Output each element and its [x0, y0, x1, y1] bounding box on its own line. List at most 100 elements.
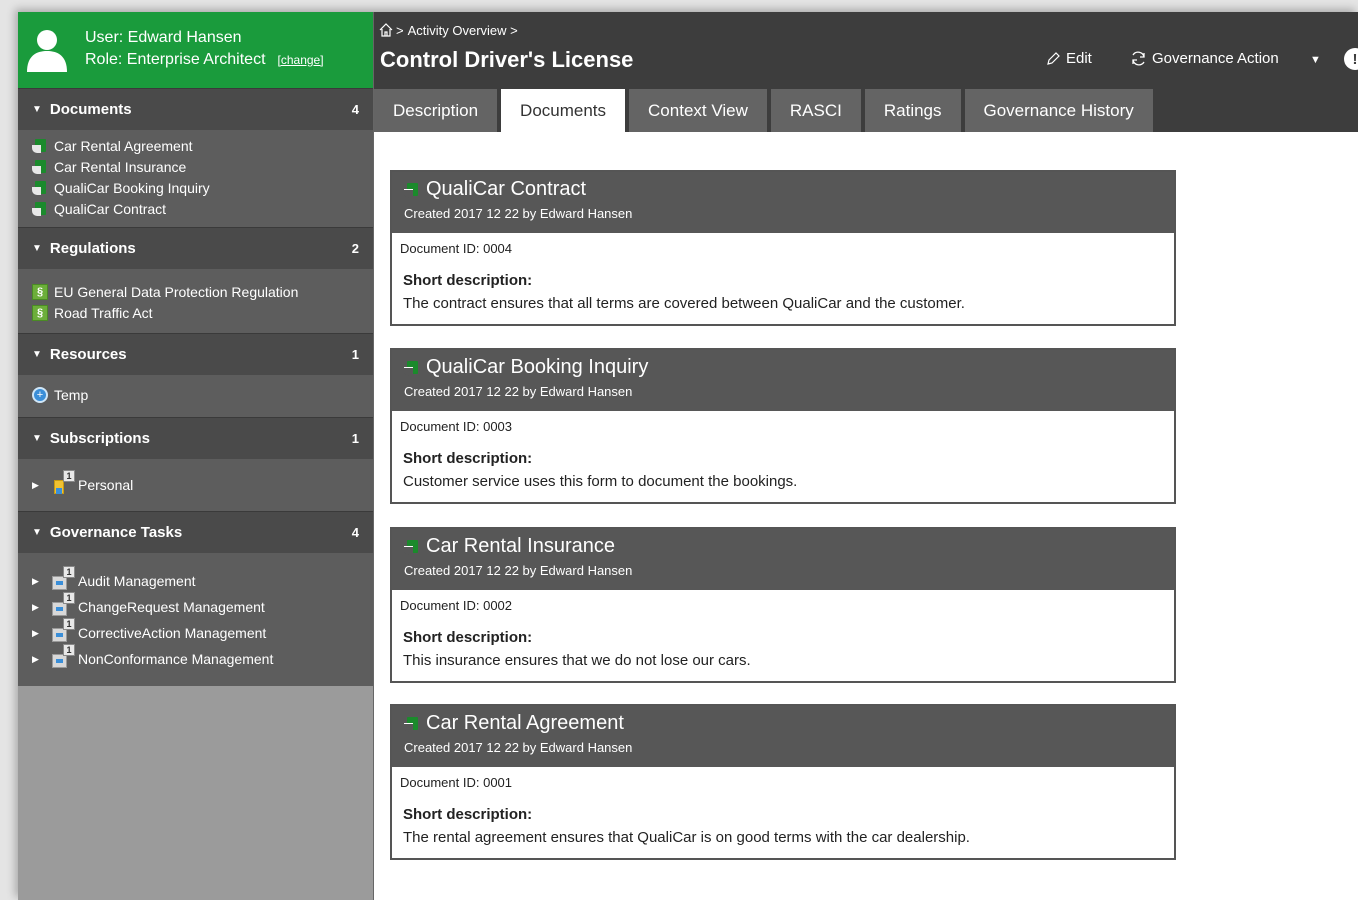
expand-arrow-icon[interactable]: ▶ — [32, 628, 50, 639]
section-regulations-header[interactable]: ▼ Regulations 2 — [18, 227, 373, 269]
document-card[interactable]: QualiCar Contract Created 2017 12 22 by … — [390, 170, 1176, 326]
document-id: Document ID: 0004 — [400, 241, 513, 256]
document-icon — [404, 539, 420, 555]
paragraph-icon: § — [32, 304, 48, 321]
section-documents-list: Car Rental Agreement Car Rental Insuranc… — [18, 130, 373, 227]
section-governance-tasks-header[interactable]: ▼ Governance Tasks 4 — [18, 511, 373, 553]
sidebar-doc-item[interactable]: Car Rental Insurance — [32, 156, 361, 177]
sidebar-doc-label: QualiCar Booking Inquiry — [54, 179, 210, 196]
tab-description[interactable]: Description — [374, 89, 498, 132]
governance-task-item[interactable]: ▶ 1 ChangeRequest Management — [32, 592, 361, 620]
subscription-item[interactable]: ▶ 1 Personal — [32, 470, 361, 498]
task-icon: 1 — [50, 566, 75, 592]
caret-down-icon: ▼ — [32, 243, 42, 254]
document-icon — [32, 180, 48, 196]
short-description-label: Short description: — [403, 629, 533, 646]
document-card[interactable]: QualiCar Booking Inquiry Created 2017 12… — [390, 348, 1176, 504]
section-title: Documents — [49, 101, 132, 118]
document-card-header: Car Rental Agreement Created 2017 12 22 … — [392, 706, 1174, 767]
caret-down-icon: ▼ — [32, 104, 42, 115]
user-name: User: Edward Hansen — [85, 29, 242, 46]
user-role-text: Role: Enterprise Architect — [85, 51, 266, 68]
tab-rasci[interactable]: RASCI — [770, 89, 861, 132]
user-panel: User: Edward Hansen Role: Enterprise Arc… — [18, 12, 373, 88]
sidebar-regulation-item[interactable]: § Road Traffic Act — [32, 302, 361, 323]
expand-arrow-icon[interactable]: ▶ — [32, 602, 50, 613]
edit-button[interactable]: Edit — [1046, 50, 1092, 67]
short-description-label: Short description: — [403, 450, 533, 467]
sidebar-doc-item[interactable]: QualiCar Contract — [32, 198, 361, 219]
document-title[interactable]: QualiCar Booking Inquiry — [426, 356, 648, 379]
sidebar-resource-item[interactable]: + Temp — [32, 384, 361, 405]
tab-documents[interactable]: Documents — [501, 89, 626, 132]
sidebar-regulation-item[interactable]: § EU General Data Protection Regulation — [32, 281, 361, 302]
document-card[interactable]: Car Rental Agreement Created 2017 12 22 … — [390, 704, 1176, 860]
section-documents-header[interactable]: ▼ Documents 4 — [18, 88, 373, 130]
edit-label: Edit — [1066, 50, 1092, 67]
breadcrumb-link[interactable]: Activity Overview > — [408, 23, 518, 38]
sidebar-doc-item[interactable]: QualiCar Booking Inquiry — [32, 177, 361, 198]
governance-task-item[interactable]: ▶ 1 CorrectiveAction Management — [32, 618, 361, 646]
expand-arrow-icon[interactable]: ▶ — [32, 480, 50, 491]
short-description-text: This insurance ensures that we do not lo… — [403, 652, 751, 669]
pencil-icon — [1047, 52, 1060, 65]
document-created: Created 2017 12 22 by Edward Hansen — [404, 384, 633, 399]
document-card-header: Car Rental Insurance Created 2017 12 22 … — [392, 529, 1174, 590]
document-card-header: QualiCar Booking Inquiry Created 2017 12… — [392, 350, 1174, 411]
section-subscriptions-header[interactable]: ▼ Subscriptions 1 — [18, 417, 373, 459]
document-title[interactable]: QualiCar Contract — [426, 178, 586, 201]
document-title[interactable]: Car Rental Agreement — [426, 712, 624, 735]
chevron-down-icon[interactable]: ▼ — [1310, 54, 1321, 66]
tab-context-view[interactable]: Context View — [629, 89, 767, 132]
section-count: 1 — [351, 347, 359, 362]
expand-arrow-icon[interactable]: ▶ — [32, 576, 50, 587]
documents-panel: QualiCar Contract Created 2017 12 22 by … — [374, 132, 1358, 900]
person-icon: 1 — [50, 470, 75, 496]
document-icon — [404, 360, 420, 376]
caret-down-icon: ▼ — [32, 433, 42, 444]
sidebar-regulation-label: Road Traffic Act — [54, 304, 153, 321]
task-icon: 1 — [50, 592, 75, 618]
document-title[interactable]: Car Rental Insurance — [426, 535, 615, 558]
home-icon[interactable] — [378, 22, 394, 38]
info-icon[interactable]: ! — [1344, 48, 1358, 70]
change-role-link[interactable]: [change] — [278, 53, 324, 67]
tab-governance-history[interactable]: Governance History — [964, 89, 1153, 132]
section-resources-header[interactable]: ▼ Resources 1 — [18, 333, 373, 375]
breadcrumb-separator: > — [396, 22, 404, 38]
sidebar: User: Edward Hansen Role: Enterprise Arc… — [18, 12, 374, 900]
short-description-text: The contract ensures that all terms are … — [403, 295, 965, 312]
governance-task-label: NonConformance Management — [78, 651, 274, 667]
document-id: Document ID: 0001 — [400, 775, 513, 790]
governance-task-item[interactable]: ▶ 1 NonConformance Management — [32, 644, 361, 672]
document-id: Document ID: 0003 — [400, 419, 513, 434]
governance-task-label: Audit Management — [78, 573, 196, 589]
short-description-text: The rental agreement ensures that QualiC… — [403, 829, 970, 846]
governance-action-button[interactable]: Governance Action — [1130, 50, 1279, 67]
short-description-label: Short description: — [403, 806, 533, 823]
sidebar-resource-label: Temp — [54, 386, 89, 403]
document-id: Document ID: 0002 — [400, 598, 513, 613]
tab-bar: Description Documents Context View RASCI… — [374, 89, 1157, 132]
sidebar-doc-label: Car Rental Insurance — [54, 158, 187, 175]
expand-arrow-icon[interactable]: ▶ — [32, 654, 50, 665]
app-window: User: Edward Hansen Role: Enterprise Arc… — [18, 12, 1358, 900]
document-icon — [404, 716, 420, 732]
sidebar-doc-label: QualiCar Contract — [54, 200, 167, 217]
section-count: 4 — [351, 525, 359, 540]
section-resources-list: + Temp — [18, 375, 373, 417]
section-subscriptions-list: ▶ 1 Personal — [18, 459, 373, 511]
task-icon: 1 — [50, 644, 75, 670]
section-title: Subscriptions — [49, 430, 150, 447]
document-created: Created 2017 12 22 by Edward Hansen — [404, 740, 633, 755]
governance-task-label: ChangeRequest Management — [78, 599, 265, 615]
tab-ratings[interactable]: Ratings — [864, 89, 961, 132]
governance-action-label: Governance Action — [1152, 50, 1279, 67]
document-icon — [32, 201, 48, 217]
caret-down-icon: ▼ — [32, 349, 42, 360]
sidebar-doc-item[interactable]: Car Rental Agreement — [32, 135, 361, 156]
governance-task-item[interactable]: ▶ 1 Audit Management — [32, 566, 361, 594]
section-count: 4 — [351, 102, 359, 117]
document-card[interactable]: Car Rental Insurance Created 2017 12 22 … — [390, 527, 1176, 683]
sidebar-regulation-label: EU General Data Protection Regulation — [54, 283, 299, 300]
